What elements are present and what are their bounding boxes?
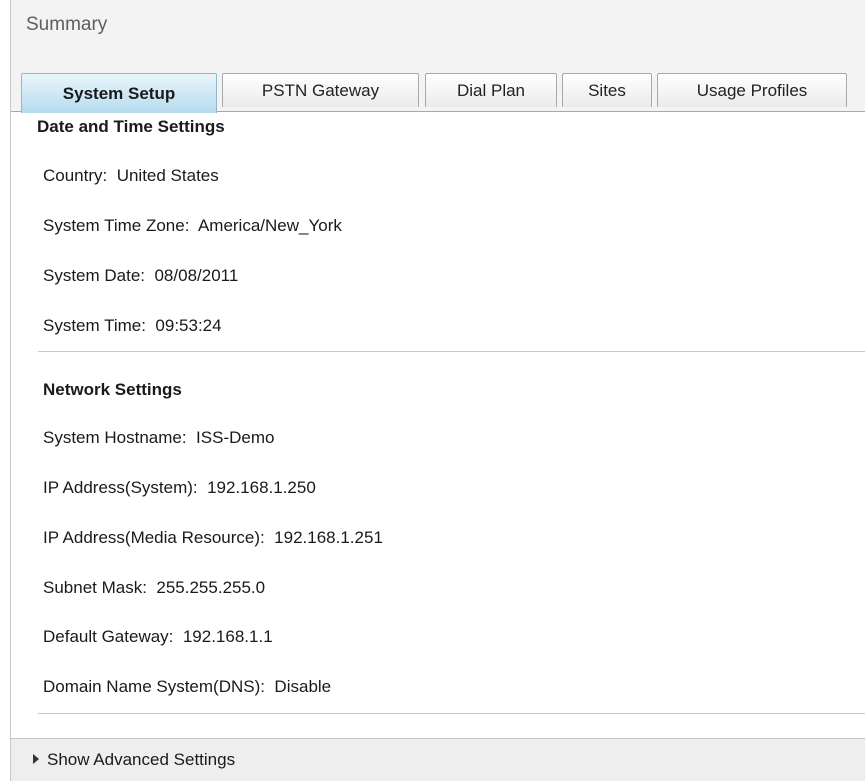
default-gateway-row: Default Gateway: 192.168.1.1 <box>43 627 273 646</box>
show-advanced-settings-toggle[interactable]: Show Advanced Settings <box>11 738 865 781</box>
time-zone-row: System Time Zone: America/New_York <box>43 216 342 235</box>
tab-usage-profiles[interactable]: Usage Profiles <box>657 73 847 107</box>
date-time-heading: Date and Time Settings <box>37 117 225 136</box>
page-title: Summary <box>26 14 108 35</box>
system-time-row: System Time: 09:53:24 <box>43 316 222 335</box>
system-date-row: System Date: 08/08/2011 <box>43 266 239 285</box>
hostname-row: System Hostname: ISS-Demo <box>43 428 275 447</box>
show-advanced-settings-label: Show Advanced Settings <box>47 750 236 769</box>
section-divider <box>38 713 865 714</box>
summary-page: Summary System Setup PSTN Gateway Dial P… <box>0 0 865 781</box>
ip-media-row: IP Address(Media Resource): 192.168.1.25… <box>43 528 383 547</box>
tab-pstn-gateway[interactable]: PSTN Gateway <box>222 73 419 107</box>
summary-header <box>11 0 865 46</box>
tab-system-setup[interactable]: System Setup <box>21 73 217 113</box>
country-row: Country: United States <box>43 166 219 185</box>
network-heading: Network Settings <box>43 380 182 399</box>
subnet-mask-row: Subnet Mask: 255.255.255.0 <box>43 578 266 597</box>
tab-sites[interactable]: Sites <box>562 73 652 107</box>
ip-system-row: IP Address(System): 192.168.1.250 <box>43 478 316 497</box>
section-divider <box>38 351 865 352</box>
tab-dial-plan[interactable]: Dial Plan <box>425 73 557 107</box>
triangle-right-icon <box>33 754 39 764</box>
dns-row: Domain Name System(DNS): Disable <box>43 677 332 696</box>
